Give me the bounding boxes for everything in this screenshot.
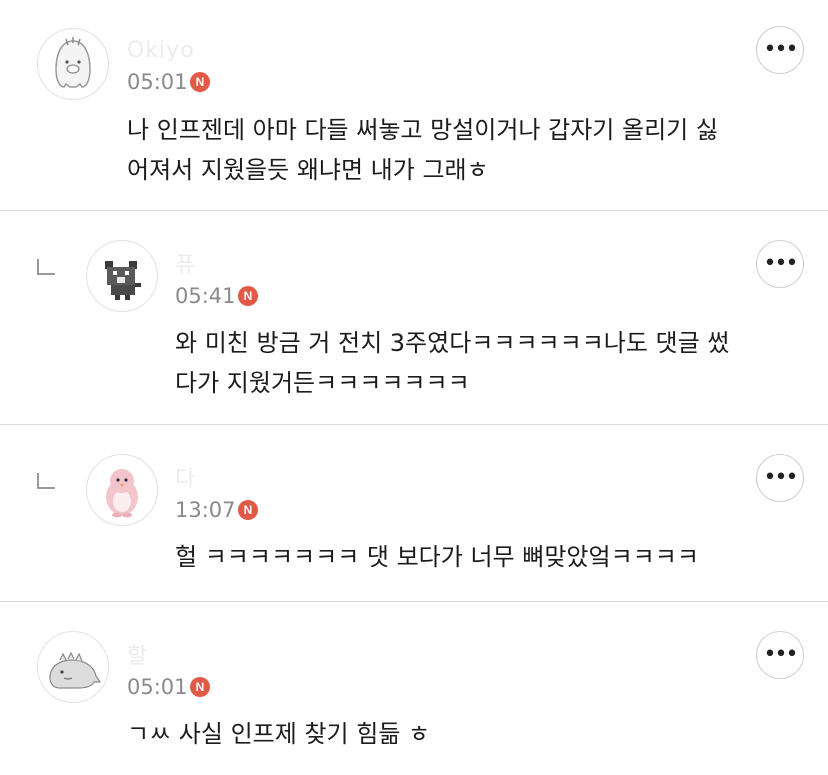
- pixel-cat-icon: [105, 261, 141, 300]
- comment-item: Okiyo 05:01 N ••• 나 인프젠데 아마 다들 써놓고 망설이거나…: [0, 0, 828, 210]
- comment-time: 05:01: [127, 675, 188, 699]
- comment-time: 05:01: [127, 70, 188, 94]
- new-badge: N: [190, 677, 210, 697]
- ghost-character-icon: [55, 37, 91, 88]
- pink-penguin-icon: [106, 469, 138, 518]
- reply-arrow-icon: [37, 259, 55, 275]
- comment-item: 퓨 05:41 N ••• 와 미친 방금 거 전치 3주였다ㅋㅋㅋㅋㅋㅋ나도 …: [0, 211, 828, 424]
- avatar[interactable]: [86, 454, 158, 526]
- author-name[interactable]: 다: [175, 461, 196, 493]
- more-options-button[interactable]: •••: [756, 631, 804, 679]
- comment-time: 05:41: [175, 284, 236, 308]
- comment-text: ㄱㅆ 사실 인프제 찾기 힘듦 ㅎ: [127, 720, 431, 748]
- author-name[interactable]: 할: [127, 638, 148, 670]
- author-name[interactable]: Okiyo: [127, 38, 195, 63]
- avatar[interactable]: [86, 240, 158, 312]
- comment-time: 13:07: [175, 498, 236, 522]
- avatar[interactable]: [37, 631, 109, 703]
- new-badge: N: [238, 500, 258, 520]
- reply-arrow-icon: [37, 473, 55, 489]
- comment-item: 다 13:07 N ••• 헐 ㅋㅋㅋㅋㅋㅋㅋ 댓 보다가 너무 뼈맞았엌ㅋㅋㅋ…: [0, 425, 828, 601]
- author-name[interactable]: 퓨: [175, 247, 196, 279]
- new-badge: N: [238, 286, 258, 306]
- more-options-button[interactable]: •••: [756, 240, 804, 288]
- comment-text: 와 미친 방금 거 전치 3주였다ㅋㅋㅋㅋㅋㅋ나도 댓글 썼 다가 지웠거든ㅋㅋ…: [175, 329, 730, 397]
- comment-item: 할 05:01 N ••• ㄱㅆ 사실 인프제 찾기 힘듦 ㅎ: [0, 602, 828, 775]
- new-badge: N: [190, 72, 210, 92]
- more-options-button[interactable]: •••: [756, 454, 804, 502]
- dinosaur-icon: [49, 651, 102, 689]
- comment-text: 나 인프젠데 아마 다들 써놓고 망설이거나 갑자기 올리기 싫 어져서 지웠을…: [127, 116, 718, 184]
- more-options-button[interactable]: •••: [756, 26, 804, 74]
- comment-text: 헐 ㅋㅋㅋㅋㅋㅋㅋ 댓 보다가 너무 뼈맞았엌ㅋㅋㅋㅋ: [175, 543, 699, 571]
- avatar[interactable]: [37, 28, 109, 100]
